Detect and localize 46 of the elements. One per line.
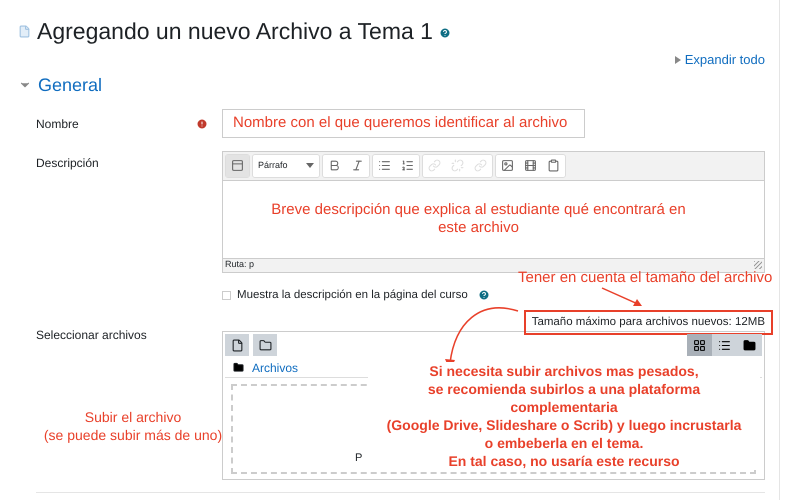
folder-icon	[258, 338, 272, 352]
view-button[interactable]	[712, 334, 737, 356]
unlink-icon	[451, 159, 464, 172]
list-icon	[718, 338, 731, 352]
expand-all-link[interactable]: Expandir todo	[684, 50, 765, 70]
field-label: Seleccionar archivos	[36, 328, 147, 342]
help-icon[interactable]	[438, 27, 451, 39]
max-size-note: Tamaño máximo para archivos nuevos: 12MB	[524, 310, 773, 335]
resize-handle-icon[interactable]	[754, 261, 762, 269]
image-icon	[501, 159, 514, 172]
dropdown-caret-icon	[306, 163, 314, 168]
callout-tooltip: Si necesita subir archivos mas pesados, se recomienda subirlos a una plataforma complementaria (Google Drive, Slideshare o Scrib) y luego incrustarla o embeberla en el tema. En tal caso, no usaría este recurso	[368, 362, 760, 470]
add-file-button[interactable]	[225, 334, 249, 356]
link-icon	[474, 159, 487, 172]
bold-icon	[328, 159, 341, 172]
document-icon	[18, 24, 31, 38]
description-text: Breve descripción que explica al estudiante qué encontrará en este archivo	[271, 201, 686, 237]
view-button[interactable]	[687, 334, 712, 356]
grid-icon	[693, 338, 706, 352]
clipboard-icon	[547, 159, 560, 172]
folder-path-link[interactable]: Archivos	[252, 358, 298, 376]
folder-icon	[743, 338, 756, 352]
numbered-list-icon	[401, 159, 414, 172]
expand-caret-icon	[674, 56, 681, 64]
italic-icon	[351, 159, 364, 172]
file-icon	[230, 338, 244, 352]
field-label: Descripción	[36, 154, 100, 172]
help-icon[interactable]	[478, 289, 490, 302]
section-title[interactable]: General	[38, 72, 102, 98]
checkbox[interactable]	[222, 290, 231, 300]
format-dropdown[interactable]: Párrafo	[252, 154, 320, 178]
checkbox-label: Muestra la descripción en la página del curso	[237, 288, 468, 302]
name-input-field[interactable]: Nombre con el que queremos identificar al archivo	[222, 108, 585, 138]
drop-zone-text: P	[355, 450, 362, 466]
bullet-list-icon	[378, 159, 391, 172]
view-button[interactable]	[737, 334, 762, 356]
film-icon	[524, 159, 537, 172]
link-icon	[428, 159, 441, 172]
annotation-text: Subir el archivo (se puede subir más de uno)	[42, 408, 224, 444]
editor-path: Ruta: p	[225, 258, 254, 272]
page-title: Agregando un nuevo Archivo a Tema 1	[37, 17, 433, 46]
toolbar-toggle-icon	[231, 159, 244, 172]
text-editor[interactable]: Párrafo Breve descripción que explica al estudiante qué encontrará en este archivo Ruta: p	[222, 150, 765, 272]
field-label: Nombre	[36, 116, 80, 132]
folder-icon	[233, 362, 244, 373]
create-folder-button[interactable]	[253, 334, 277, 356]
